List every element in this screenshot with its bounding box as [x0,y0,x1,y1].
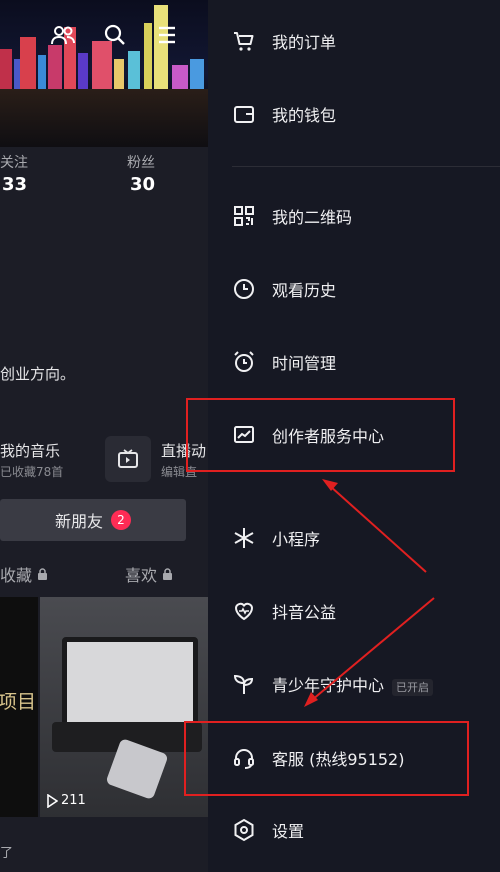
annotation-arrows [304,479,435,707]
